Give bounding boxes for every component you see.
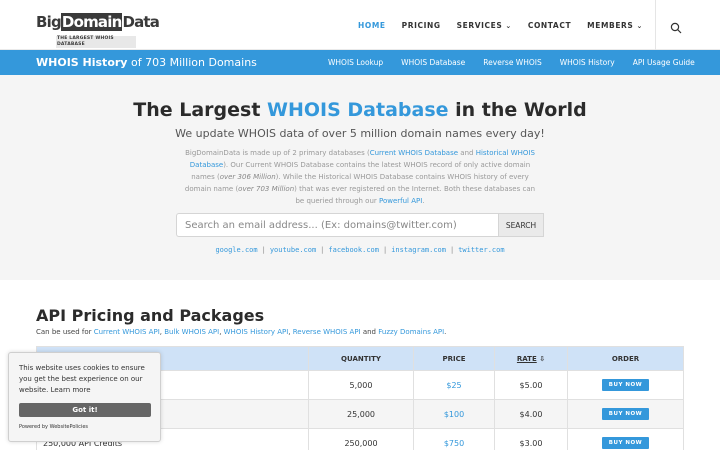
link-fuzzy-domains-api[interactable]: Fuzzy Domains API — [378, 328, 444, 336]
nav-members-label: MEMBERS — [587, 20, 634, 30]
pricing-title: API Pricing and Packages — [36, 306, 265, 325]
nav-home[interactable]: HOME — [350, 21, 394, 30]
subnav-api-usage-guide[interactable]: API Usage Guide — [624, 58, 704, 67]
quantity-cell: 5,000 — [308, 370, 414, 400]
logo-tagline: THE LARGEST WHOIS DATABASE — [56, 36, 136, 48]
pricing-description: Can be used for Current WHOIS API, Bulk … — [36, 328, 447, 336]
hero-subtitle: We update WHOIS data of over 5 million d… — [175, 127, 545, 140]
cookie-powered-by: Powered by WebsitePolicies — [19, 424, 88, 430]
column-header-price: PRICE — [413, 346, 495, 371]
column-header-order: ORDER — [567, 346, 684, 371]
nav-services[interactable]: SERVICES ⌄ — [449, 21, 520, 30]
rate-cell: $5.00 — [494, 370, 568, 400]
hero-description: BigDomainData is made up of 2 primary da… — [184, 149, 536, 205]
price-cell: $25 — [413, 370, 495, 400]
search-icon[interactable] — [670, 19, 682, 34]
price-cell: $100 — [413, 399, 495, 429]
column-header-rate[interactable]: RATE ⇩ — [494, 346, 568, 371]
chevron-down-icon: ⌄ — [636, 21, 643, 30]
price-cell: $750 — [413, 428, 495, 450]
order-cell: BUY NOW — [567, 370, 684, 400]
link-bulk-whois-api[interactable]: Bulk WHOIS API — [164, 328, 219, 336]
sub-header-bar: WHOIS History of 703 Million Domains WHO… — [0, 50, 720, 75]
email-search-input[interactable]: Search an email address... (Ex: domains@… — [176, 213, 498, 237]
cookie-learn-more-link[interactable]: Learn more — [51, 386, 91, 394]
buy-now-button[interactable]: BUY NOW — [601, 379, 650, 391]
rate-cell: $3.00 — [494, 428, 568, 450]
rate-cell: $4.00 — [494, 399, 568, 429]
buy-now-button[interactable]: BUY NOW — [601, 408, 650, 420]
nav-members[interactable]: MEMBERS ⌄ — [579, 21, 651, 30]
link-reverse-whois-api[interactable]: Reverse WHOIS API — [293, 328, 361, 336]
column-header-quantity: QUANTITY — [308, 346, 414, 371]
nav-divider — [655, 0, 656, 50]
hero-title: The Largest WHOIS Database in the World — [133, 99, 587, 121]
subnav-whois-history[interactable]: WHOIS History — [551, 58, 624, 67]
buy-now-button[interactable]: BUY NOW — [601, 437, 650, 449]
order-cell: BUY NOW — [567, 399, 684, 429]
cookie-consent-popup: This website uses cookies to ensure you … — [8, 352, 161, 442]
example-link-facebook[interactable]: facebook.com — [328, 246, 379, 254]
nav-contact[interactable]: CONTACT — [520, 21, 579, 30]
nav-pricing[interactable]: PRICING — [394, 21, 449, 30]
site-logo[interactable]: BigDomainData THE LARGEST WHOIS DATABASE — [36, 13, 160, 48]
subnav-reverse-whois[interactable]: Reverse WHOIS — [474, 58, 550, 67]
sub-nav: WHOIS Lookup WHOIS Database Reverse WHOI… — [319, 50, 704, 75]
sub-header-headline: WHOIS History of 703 Million Domains — [36, 56, 257, 69]
order-cell: BUY NOW — [567, 428, 684, 450]
link-current-whois-database[interactable]: Current WHOIS Database — [370, 149, 458, 157]
search-button[interactable]: SEARCH — [498, 213, 544, 237]
link-current-whois-api[interactable]: Current WHOIS API — [94, 328, 160, 336]
link-powerful-api[interactable]: Powerful API — [379, 197, 422, 205]
quantity-cell: 25,000 — [308, 399, 414, 429]
subnav-whois-lookup[interactable]: WHOIS Lookup — [319, 58, 392, 67]
example-domain-links: google.com | youtube.com | facebook.com | inst… — [215, 246, 505, 254]
example-link-instagram[interactable]: instagram.com — [391, 246, 446, 254]
nav-services-label: SERVICES — [456, 20, 503, 30]
logo-wordmark: BigDomainData — [36, 13, 160, 31]
link-whois-history-api[interactable]: WHOIS History API — [224, 328, 289, 336]
example-link-google[interactable]: google.com — [215, 246, 257, 254]
chevron-down-icon: ⌄ — [505, 21, 512, 30]
subnav-whois-database[interactable]: WHOIS Database — [392, 58, 474, 67]
cookie-accept-button[interactable]: Got it! — [19, 403, 151, 417]
cookie-message: This website uses cookies to ensure you … — [19, 364, 145, 394]
sort-desc-icon: ⇩ — [539, 354, 546, 363]
quantity-cell: 250,000 — [308, 428, 414, 450]
top-navbar: BigDomainData THE LARGEST WHOIS DATABASE… — [0, 0, 720, 50]
hero-search: Search an email address... (Ex: domains@… — [176, 213, 544, 237]
example-link-twitter[interactable]: twitter.com — [458, 246, 504, 254]
hero-section: The Largest WHOIS Database in the World … — [0, 75, 720, 280]
example-link-youtube[interactable]: youtube.com — [270, 246, 316, 254]
main-nav: HOME PRICING SERVICES ⌄ CONTACT MEMBERS ⌄ — [350, 0, 651, 50]
